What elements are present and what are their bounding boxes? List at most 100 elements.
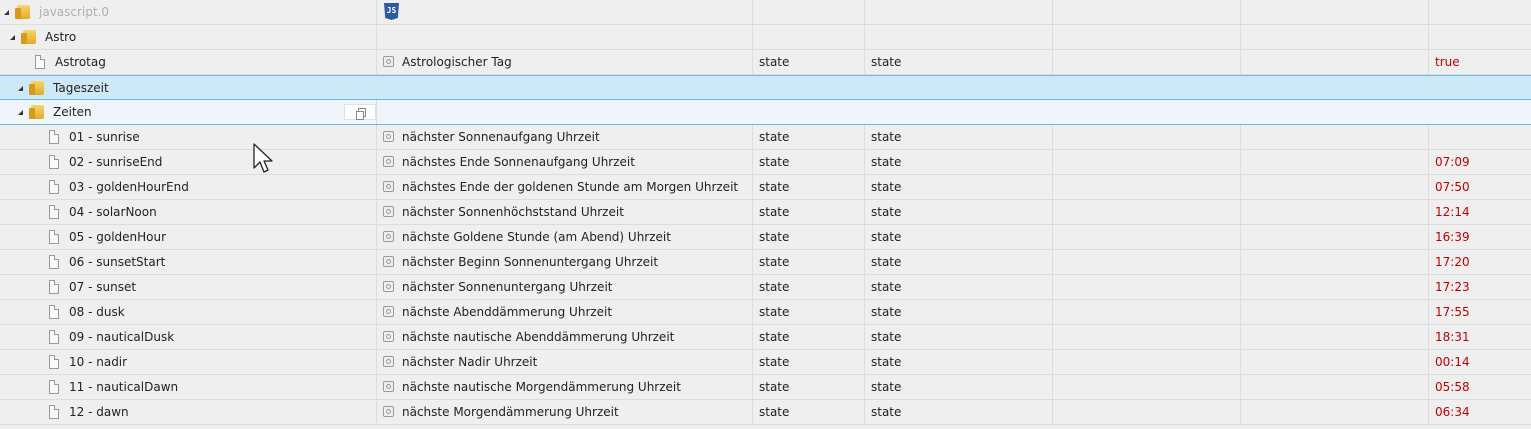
js-icon: JS xyxy=(384,3,399,20)
state-rows: 01 - sunrise nächster Sonnenaufgang Uhrze… xyxy=(0,125,1531,425)
tree-label-zeiten: Zeiten xyxy=(53,105,92,119)
table-row[interactable]: 10 - nadir nächster Nadir Uhrzeit state sta… xyxy=(0,350,1531,375)
type-cell: state xyxy=(753,350,865,374)
tree-label: 10 - nadir xyxy=(69,355,128,369)
value-cell[interactable]: 05:58 xyxy=(1429,375,1531,399)
type-cell: state xyxy=(753,300,865,324)
file-icon xyxy=(49,280,59,294)
value-cell[interactable]: 16:39 xyxy=(1429,225,1531,249)
table-row[interactable]: 11 - nauticalDawn nächste nautische Morge… xyxy=(0,375,1531,400)
file-icon xyxy=(49,230,59,244)
state-icon xyxy=(383,356,394,367)
state-icon xyxy=(383,406,394,417)
description: nächste nautische Morgendämmerung Uhrzei… xyxy=(402,380,681,394)
state-icon xyxy=(383,306,394,317)
tree-label-tageszeit: Tageszeit xyxy=(53,81,109,95)
tree-label: 12 - dawn xyxy=(69,405,129,419)
role-cell: state xyxy=(865,175,1053,199)
file-icon xyxy=(49,255,59,269)
file-icon xyxy=(49,380,59,394)
value-cell[interactable]: 12:14 xyxy=(1429,200,1531,224)
table-row[interactable]: 03 - goldenHourEnd nächstes Ende der gold… xyxy=(0,175,1531,200)
tree-row-zeiten[interactable]: Zeiten xyxy=(0,100,1531,125)
table-row[interactable]: 01 - sunrise nächster Sonnenaufgang Uhrze… xyxy=(0,125,1531,150)
description: nächstes Ende der goldenen Stunde am Mor… xyxy=(402,180,739,194)
type-cell: state xyxy=(753,50,865,74)
expand-triangle-icon[interactable] xyxy=(18,85,23,91)
description: nächster Sonnenhöchststand Uhrzeit xyxy=(402,205,624,219)
value-cell[interactable]: 07:09 xyxy=(1429,150,1531,174)
tree-label-root: javascript.0 xyxy=(39,5,110,19)
description: nächstes Ende Sonnenaufgang Uhrzeit xyxy=(402,155,635,169)
description: nächster Sonnenaufgang Uhrzeit xyxy=(402,130,600,144)
folder-icon xyxy=(29,105,44,119)
type-cell: state xyxy=(753,200,865,224)
tree-label-astro: Astro xyxy=(45,30,77,44)
tree-label: 04 - solarNoon xyxy=(69,205,157,219)
tree-label: 08 - dusk xyxy=(69,305,125,319)
file-icon xyxy=(49,405,59,419)
expand-triangle-icon[interactable] xyxy=(10,34,15,40)
object-tree-grid: javascript.0 JS Astro Astrotag Astrologi… xyxy=(0,0,1531,425)
table-row[interactable]: 07 - sunset nächster Sonnenuntergang Uhrz… xyxy=(0,275,1531,300)
table-row[interactable]: 06 - sunsetStart nächster Beginn Sonnenun… xyxy=(0,250,1531,275)
state-icon xyxy=(383,206,394,217)
copy-button[interactable] xyxy=(344,104,376,120)
table-row[interactable]: 02 - sunriseEnd nächstes Ende Sonnenaufga… xyxy=(0,150,1531,175)
file-icon xyxy=(49,205,59,219)
table-row[interactable]: 04 - solarNoon nächster Sonnenhöchststand… xyxy=(0,200,1531,225)
type-cell: state xyxy=(753,175,865,199)
table-row[interactable]: 12 - dawn nächste Morgendämmerung Uhrzeit… xyxy=(0,400,1531,425)
role-cell: state xyxy=(865,400,1053,424)
expand-triangle-icon[interactable] xyxy=(4,9,9,15)
value-cell[interactable]: 17:55 xyxy=(1429,300,1531,324)
folder-icon xyxy=(21,30,36,44)
type-cell: state xyxy=(753,150,865,174)
mouse-cursor-icon xyxy=(253,143,273,173)
value-cell[interactable]: 07:50 xyxy=(1429,175,1531,199)
type-cell: state xyxy=(753,400,865,424)
description: nächster Beginn Sonnenuntergang Uhrzeit xyxy=(402,255,659,269)
file-icon xyxy=(49,130,59,144)
table-row[interactable]: 09 - nauticalDusk nächste nautische Abend… xyxy=(0,325,1531,350)
tree-row-astro[interactable]: Astro xyxy=(0,25,1531,50)
description: nächster Nadir Uhrzeit xyxy=(402,355,538,369)
type-cell: state xyxy=(753,225,865,249)
table-row[interactable]: 08 - dusk nächste Abenddämmerung Uhrzeit s… xyxy=(0,300,1531,325)
description: nächster Sonnenuntergang Uhrzeit xyxy=(402,280,613,294)
value-cell[interactable]: 17:20 xyxy=(1429,250,1531,274)
role-cell: state xyxy=(865,350,1053,374)
tree-label: 06 - sunsetStart xyxy=(69,255,166,269)
tree-row-astrotag[interactable]: Astrotag Astrologischer Tag state state … xyxy=(0,50,1531,75)
value-cell[interactable]: 06:34 xyxy=(1429,400,1531,424)
value-cell[interactable]: 18:31 xyxy=(1429,325,1531,349)
tree-row-root[interactable]: javascript.0 JS xyxy=(0,0,1531,25)
role-cell: state xyxy=(865,325,1053,349)
value-cell[interactable]: 00:14 xyxy=(1429,350,1531,374)
file-icon xyxy=(49,155,59,169)
type-cell: state xyxy=(753,250,865,274)
file-icon xyxy=(35,55,45,69)
value-cell[interactable]: 17:23 xyxy=(1429,275,1531,299)
role-cell: state xyxy=(865,150,1053,174)
role-cell: state xyxy=(865,225,1053,249)
folder-icon xyxy=(15,5,30,19)
type-cell: state xyxy=(753,275,865,299)
state-icon xyxy=(383,381,394,392)
value-cell[interactable] xyxy=(1429,125,1531,149)
tree-label: 02 - sunriseEnd xyxy=(69,155,163,169)
state-icon xyxy=(383,281,394,292)
tree-label: 03 - goldenHourEnd xyxy=(69,180,189,194)
state-icon xyxy=(383,181,394,192)
table-row[interactable]: 05 - goldenHour nächste Goldene Stunde (a… xyxy=(0,225,1531,250)
tree-row-tageszeit[interactable]: Tageszeit xyxy=(0,75,1531,100)
type-cell: state xyxy=(753,125,865,149)
file-icon xyxy=(49,180,59,194)
state-icon xyxy=(383,56,394,67)
file-icon xyxy=(49,305,59,319)
folder-icon xyxy=(29,81,44,95)
expand-triangle-icon[interactable] xyxy=(18,109,23,115)
value-cell[interactable]: true xyxy=(1429,50,1531,74)
copy-icon xyxy=(356,108,366,120)
role-cell: state xyxy=(865,300,1053,324)
